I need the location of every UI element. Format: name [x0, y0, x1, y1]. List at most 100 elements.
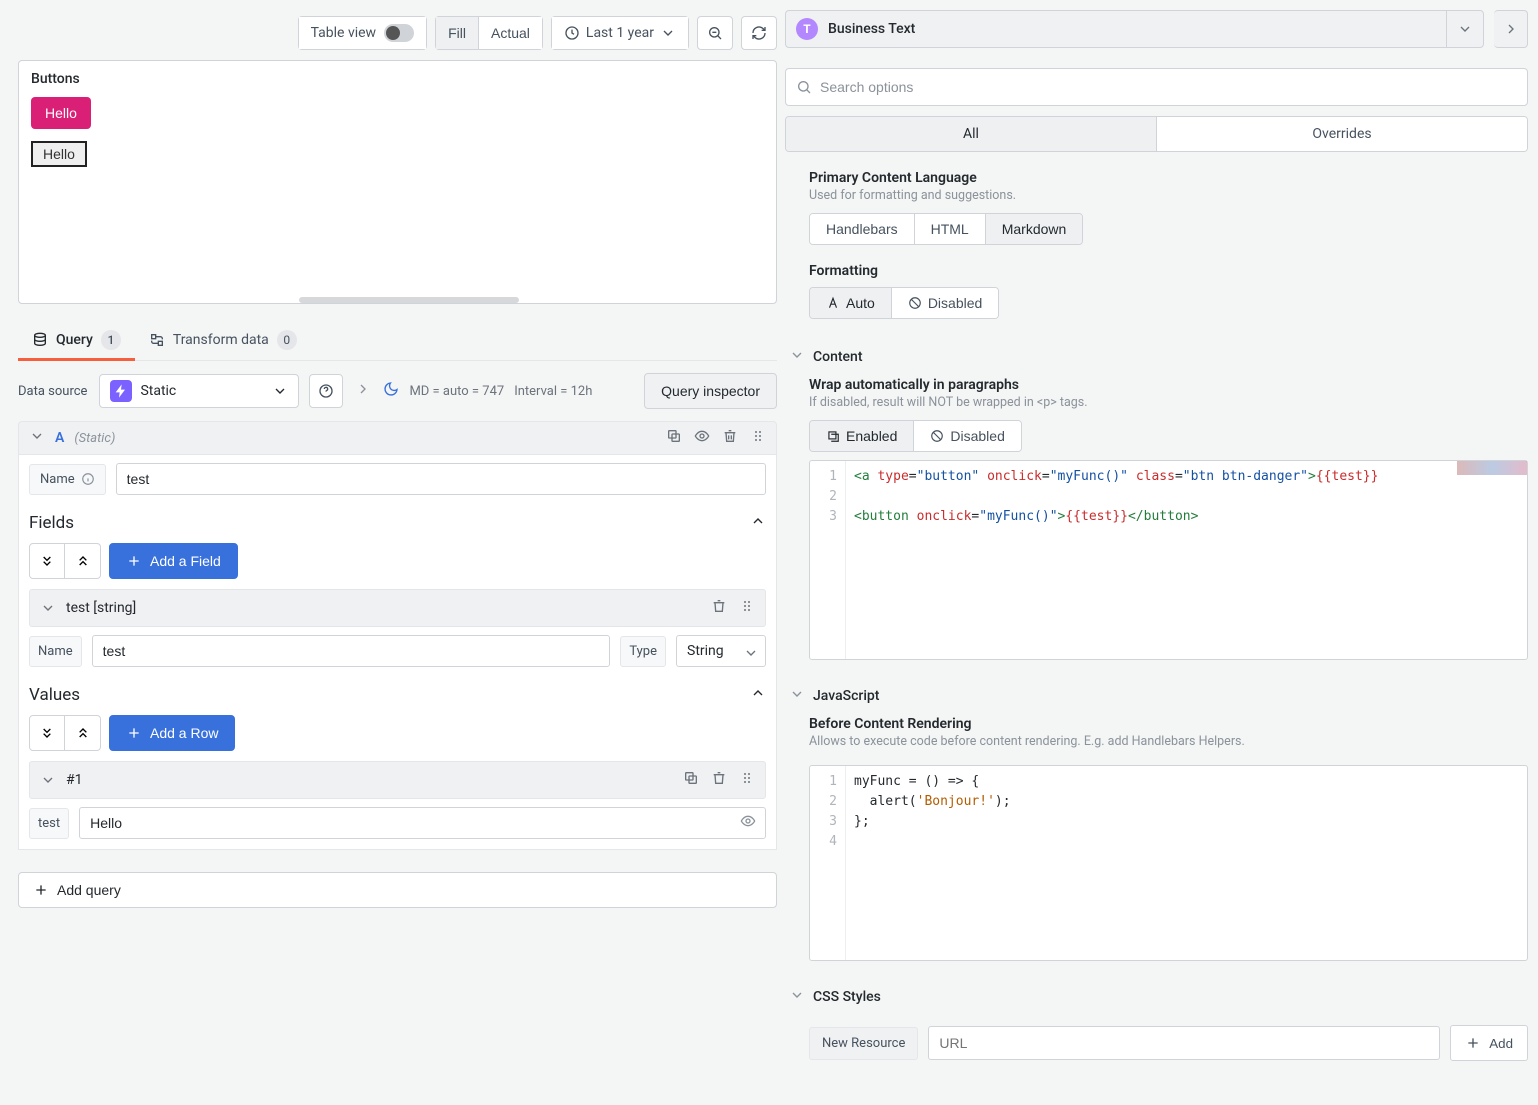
field-name-input[interactable] [92, 635, 611, 667]
copy-icon [666, 428, 682, 444]
wrap-title: Wrap automatically in paragraphs [809, 377, 1528, 393]
pcl-handlebars[interactable]: Handlebars [810, 214, 914, 244]
content-section-header[interactable]: Content [785, 337, 1528, 377]
grip-icon [739, 598, 755, 614]
field-type-select[interactable]: String [676, 635, 766, 667]
chevron-up-icon [750, 685, 766, 701]
wrap-disabled[interactable]: Disabled [913, 421, 1020, 451]
refresh-button[interactable] [741, 16, 777, 50]
zoom-out-button[interactable] [697, 16, 733, 50]
datasource-help-button[interactable] [309, 374, 343, 408]
chevron-down-icon [789, 347, 805, 363]
javascript-code-content[interactable]: myFunc = () => { alert('Bonjour!'); }; [846, 766, 1527, 960]
refresh-icon [751, 25, 767, 41]
collapse-all-fields-button[interactable] [65, 543, 101, 579]
query-name-input[interactable] [116, 463, 766, 495]
plus-icon [126, 725, 142, 741]
database-icon [32, 332, 48, 348]
collapse-values-button[interactable] [750, 685, 766, 705]
toggle-visibility-button[interactable] [694, 428, 710, 448]
collapse-options-button[interactable] [1494, 10, 1528, 48]
row-value-visibility-toggle[interactable] [740, 813, 756, 833]
double-chevron-up-icon [75, 725, 91, 741]
collapse-fields-button[interactable] [750, 513, 766, 533]
preview-danger-button[interactable]: Hello [31, 97, 91, 129]
ban-icon [908, 296, 922, 310]
row-title: #1 [66, 772, 83, 788]
grip-icon [739, 770, 755, 786]
duplicate-query-button[interactable] [666, 428, 682, 448]
tab-overrides[interactable]: Overrides [1156, 117, 1527, 151]
viz-chevron-button[interactable] [1446, 11, 1483, 47]
chevron-down-icon[interactable] [29, 428, 45, 448]
data-source-select[interactable]: Static [99, 374, 299, 408]
pcl-markdown[interactable]: Markdown [985, 214, 1083, 244]
preview-plain-button[interactable]: Hello [31, 141, 87, 167]
table-view-toggle[interactable]: Table view [298, 16, 428, 50]
panel-title: Buttons [19, 61, 776, 95]
css-section-header[interactable]: CSS Styles [785, 977, 1528, 1017]
query-inspector-button[interactable]: Query inspector [644, 373, 777, 409]
search-options-wrapper [785, 68, 1528, 106]
drag-handle[interactable] [750, 428, 766, 448]
data-source-label: Data source [18, 384, 87, 399]
pcl-html[interactable]: HTML [914, 214, 985, 244]
tab-transform[interactable]: Transform data 0 [135, 322, 311, 360]
delete-query-button[interactable] [722, 428, 738, 448]
preview-panel: Buttons Hello Hello [18, 60, 777, 304]
js-desc: Allows to execute code before content re… [809, 734, 1528, 749]
fmt-disabled[interactable]: Disabled [891, 288, 998, 318]
row-header[interactable]: #1 [29, 761, 766, 799]
chevron-down-icon [660, 25, 676, 41]
content-code-content[interactable]: <a type="button" onclick="myFunc()" clas… [846, 461, 1527, 659]
content-code-editor[interactable]: 123 <a type="button" onclick="myFunc()" … [809, 460, 1528, 660]
collapse-all-rows-button[interactable] [65, 715, 101, 751]
fill-button[interactable]: Fill [436, 17, 478, 49]
tab-query[interactable]: Query 1 [18, 322, 135, 360]
zoom-out-icon [707, 25, 723, 41]
css-url-input[interactable] [928, 1026, 1440, 1060]
query-letter[interactable]: A [55, 430, 64, 446]
data-source-row: Data source Static MD = auto = 747 [10, 361, 785, 421]
time-range-picker[interactable]: Last 1 year [551, 16, 689, 50]
search-icon [796, 79, 812, 95]
field-header[interactable]: test [string] [29, 589, 766, 627]
static-ds-icon [110, 380, 132, 402]
actual-button[interactable]: Actual [478, 17, 542, 49]
fmt-auto[interactable]: Auto [810, 288, 891, 318]
plus-icon [1465, 1035, 1481, 1051]
wrap-enabled[interactable]: Enabled [810, 421, 913, 451]
chevron-down-icon [40, 772, 56, 788]
visualization-picker[interactable]: T Business Text [786, 11, 1438, 47]
javascript-code-editor[interactable]: 1234 myFunc = () => { alert('Bonjour!');… [809, 765, 1528, 961]
chevron-down-icon [272, 383, 288, 399]
ban-icon [930, 429, 944, 443]
interval-info: Interval = 12h [514, 384, 592, 399]
search-options-input[interactable] [820, 79, 1517, 95]
add-query-button[interactable]: Add query [18, 872, 777, 908]
field-type-label: Type [620, 636, 666, 667]
expand-all-rows-button[interactable] [29, 715, 65, 751]
pcl-options: Handlebars HTML Markdown [809, 213, 1083, 245]
delete-row-button[interactable] [711, 770, 727, 790]
tab-all[interactable]: All [786, 117, 1156, 151]
viz-icon: T [796, 18, 818, 40]
scrollbar-thumb[interactable] [299, 297, 519, 303]
trash-icon [711, 770, 727, 786]
add-field-button[interactable]: Add a Field [109, 543, 238, 579]
chevron-down-icon [1457, 21, 1473, 37]
css-add-button[interactable]: Add [1450, 1025, 1528, 1061]
duplicate-row-button[interactable] [683, 770, 699, 790]
row-drag-handle[interactable] [739, 770, 755, 790]
row-value-input[interactable] [79, 807, 766, 839]
md-info: MD = auto = 747 [409, 384, 504, 399]
chevron-right-icon[interactable] [353, 381, 373, 401]
field-drag-handle[interactable] [739, 598, 755, 618]
toggle-switch-icon[interactable] [384, 24, 414, 42]
query-header[interactable]: A (Static) [18, 421, 777, 455]
javascript-section-header[interactable]: JavaScript [785, 676, 1528, 716]
expand-all-fields-button[interactable] [29, 543, 65, 579]
moon-icon[interactable] [383, 381, 399, 401]
delete-field-button[interactable] [711, 598, 727, 618]
add-row-button[interactable]: Add a Row [109, 715, 235, 751]
